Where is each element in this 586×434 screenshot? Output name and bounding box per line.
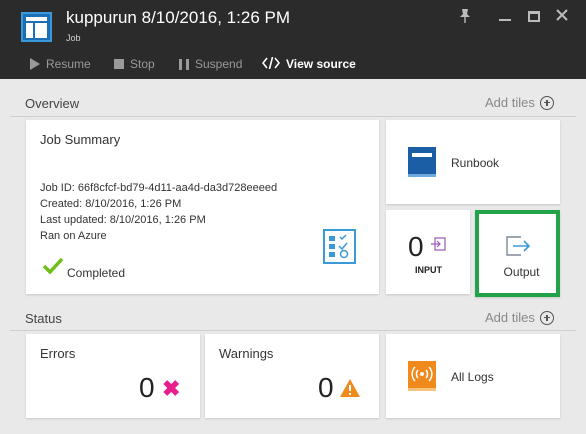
job-checklist-icon — [323, 229, 356, 264]
input-tile[interactable]: 0 INPUT — [386, 210, 470, 294]
all-logs-label: All Logs — [451, 370, 494, 384]
add-circle-icon — [539, 95, 554, 110]
checkmark-icon — [42, 257, 64, 275]
job-blade-icon — [21, 12, 52, 42]
all-logs-tile[interactable]: All Logs — [386, 334, 560, 418]
maximize-icon[interactable] — [525, 8, 543, 26]
job-status: Completed — [67, 266, 126, 280]
job-id: Job ID: 66f8cfcf-bd79-4d11-aa4d-da3d728e… — [40, 182, 278, 194]
job-details: Job ID: 66f8cfcf-bd79-4d11-aa4d-da3d728e… — [40, 180, 277, 244]
close-icon[interactable] — [553, 8, 571, 26]
warnings-tile[interactable]: Warnings 0 — [205, 334, 379, 418]
stop-button[interactable]: Stop — [114, 55, 155, 73]
pin-icon[interactable] — [456, 8, 474, 26]
error-x-icon: ✖ — [162, 376, 181, 401]
all-logs-icon — [408, 361, 436, 391]
warning-icon — [339, 378, 361, 403]
divider — [10, 116, 576, 117]
input-count: 0 — [408, 231, 424, 262]
add-circle-icon — [539, 310, 554, 325]
input-label: INPUT — [415, 265, 442, 275]
minimize-icon[interactable] — [496, 8, 514, 26]
blade-title: kuppurun 8/10/2016, 1:26 PM — [66, 8, 290, 27]
overview-heading: Overview — [25, 96, 80, 111]
play-icon — [30, 58, 40, 70]
job-summary-tile[interactable]: Job Summary Job ID: 66f8cfcf-bd79-4d11-a… — [26, 120, 379, 294]
runbook-label: Runbook — [451, 156, 500, 170]
output-tile[interactable]: Output — [475, 210, 560, 297]
runbook-tile[interactable]: Runbook — [386, 120, 560, 204]
resume-button[interactable]: Resume — [30, 55, 91, 73]
runbook-icon — [408, 147, 436, 177]
job-last-updated: Last updated: 8/10/2016, 1:26 PM — [40, 214, 206, 226]
blade-subtitle: Job — [66, 33, 81, 43]
add-tiles-status-button[interactable]: Add tiles — [485, 310, 554, 325]
view-source-button[interactable]: View source — [261, 55, 356, 73]
status-heading: Status — [25, 311, 62, 326]
output-icon — [505, 236, 531, 261]
job-ran-on: Ran on Azure — [40, 230, 107, 242]
code-icon — [261, 56, 281, 72]
blade-header: kuppurun 8/10/2016, 1:26 PM Job Resume S… — [0, 0, 586, 79]
errors-count: 0 — [139, 372, 155, 403]
output-label: Output — [503, 265, 540, 279]
stop-icon — [114, 59, 124, 69]
pause-icon — [179, 58, 189, 70]
job-created: Created: 8/10/2016, 1:26 PM — [40, 198, 182, 210]
job-summary-title: Job Summary — [40, 132, 121, 147]
warnings-label: Warnings — [219, 346, 274, 361]
add-tiles-overview-button[interactable]: Add tiles — [485, 95, 554, 110]
errors-tile[interactable]: Errors 0 ✖ — [26, 334, 200, 418]
divider — [10, 330, 576, 331]
warnings-count: 0 — [318, 372, 334, 403]
suspend-button[interactable]: Suspend — [179, 55, 242, 73]
errors-label: Errors — [40, 346, 76, 361]
input-icon — [430, 237, 446, 256]
